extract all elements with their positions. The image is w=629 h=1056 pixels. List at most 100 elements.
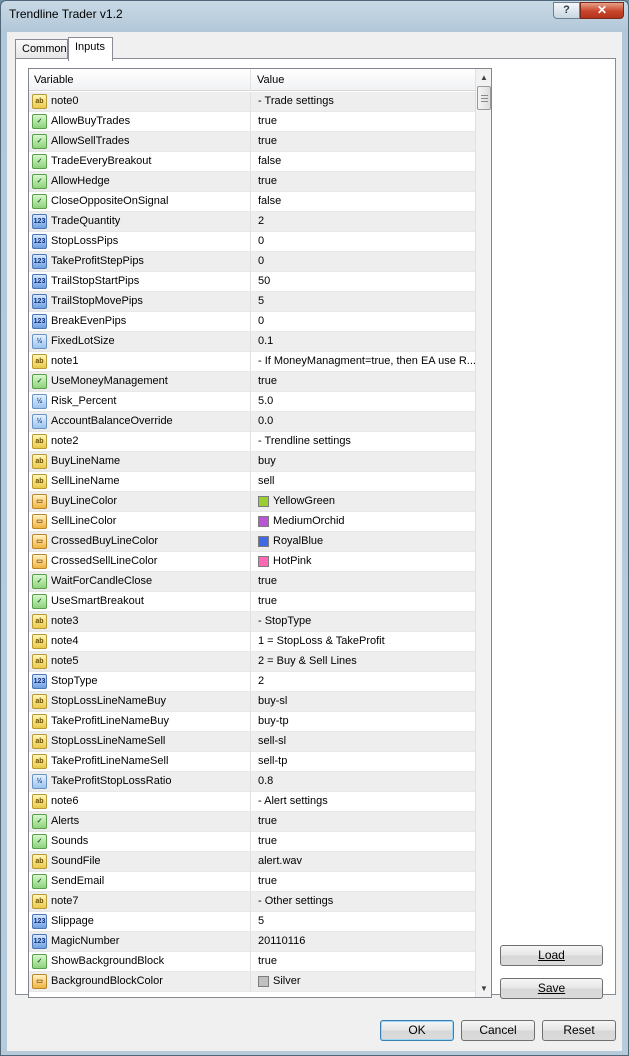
- variable-cell[interactable]: ✓ AllowHedge: [29, 172, 251, 191]
- value-cell[interactable]: 0: [252, 312, 475, 331]
- table-row[interactable]: ab SellLineName sell: [29, 472, 475, 492]
- table-row[interactable]: ▭ CrossedSellLineColor HotPink: [29, 552, 475, 572]
- value-cell[interactable]: 0: [252, 232, 475, 251]
- table-row[interactable]: ½ FixedLotSize 0.1: [29, 332, 475, 352]
- table-row[interactable]: ab note3 - StopType: [29, 612, 475, 632]
- variable-cell[interactable]: ✓ AllowBuyTrades: [29, 112, 251, 131]
- table-row[interactable]: ✓ AllowHedge true: [29, 172, 475, 192]
- variable-cell[interactable]: ▭ CrossedBuyLineColor: [29, 532, 251, 551]
- close-button[interactable]: ✕: [580, 2, 624, 19]
- variable-cell[interactable]: 123 TakeProfitStepPips: [29, 252, 251, 271]
- variable-cell[interactable]: ✓ ShowBackgroundBlock: [29, 952, 251, 971]
- variable-cell[interactable]: ½ AccountBalanceOverride: [29, 412, 251, 431]
- value-cell[interactable]: HotPink: [252, 552, 475, 571]
- table-row[interactable]: ab note4 1 = StopLoss & TakeProfit: [29, 632, 475, 652]
- value-cell[interactable]: alert.wav: [252, 852, 475, 871]
- help-button[interactable]: ?: [553, 2, 580, 19]
- table-row[interactable]: 123 StopLossPips 0: [29, 232, 475, 252]
- table-row[interactable]: ✓ AllowBuyTrades true: [29, 112, 475, 132]
- value-cell[interactable]: false: [252, 152, 475, 171]
- table-row[interactable]: 123 TrailStopMovePips 5: [29, 292, 475, 312]
- save-button[interactable]: Save: [500, 978, 603, 999]
- value-cell[interactable]: - Other settings: [252, 892, 475, 911]
- value-cell[interactable]: 2: [252, 212, 475, 231]
- table-row[interactable]: 123 TakeProfitStepPips 0: [29, 252, 475, 272]
- inputs-list[interactable]: Variable Value ab note0 - Trade settings ✓ A…: [28, 68, 492, 998]
- table-row[interactable]: ab note6 - Alert settings: [29, 792, 475, 812]
- variable-cell[interactable]: ▭ SellLineColor: [29, 512, 251, 531]
- tab-inputs[interactable]: Inputs: [68, 37, 113, 61]
- ok-button[interactable]: OK: [380, 1020, 454, 1041]
- table-row[interactable]: ab StopLossLineNameSell sell-sl: [29, 732, 475, 752]
- value-cell[interactable]: 0.8: [252, 772, 475, 791]
- table-row[interactable]: ½ Risk_Percent 5.0: [29, 392, 475, 412]
- value-cell[interactable]: - Trade settings: [252, 92, 475, 111]
- variable-cell[interactable]: ab TakeProfitLineNameSell: [29, 752, 251, 771]
- table-row[interactable]: ▭ BackgroundBlockColor Silver: [29, 972, 475, 992]
- variable-cell[interactable]: 123 MagicNumber: [29, 932, 251, 951]
- scroll-up-arrow-icon[interactable]: ▲: [476, 69, 491, 86]
- value-cell[interactable]: true: [252, 952, 475, 971]
- value-cell[interactable]: 2 = Buy & Sell Lines: [252, 652, 475, 671]
- tab-common[interactable]: Common: [15, 39, 68, 60]
- table-row[interactable]: ✓ ShowBackgroundBlock true: [29, 952, 475, 972]
- variable-cell[interactable]: ab note6: [29, 792, 251, 811]
- value-cell[interactable]: true: [252, 372, 475, 391]
- value-cell[interactable]: 5.0: [252, 392, 475, 411]
- variable-cell[interactable]: ab note2: [29, 432, 251, 451]
- variable-cell[interactable]: 123 BreakEvenPips: [29, 312, 251, 331]
- table-row[interactable]: ▭ SellLineColor MediumOrchid: [29, 512, 475, 532]
- variable-cell[interactable]: ab BuyLineName: [29, 452, 251, 471]
- column-header-variable[interactable]: Variable: [29, 69, 251, 91]
- variable-cell[interactable]: ✓ Sounds: [29, 832, 251, 851]
- value-cell[interactable]: - StopType: [252, 612, 475, 631]
- table-row[interactable]: ✓ UseSmartBreakout true: [29, 592, 475, 612]
- value-cell[interactable]: 0: [252, 252, 475, 271]
- variable-cell[interactable]: ab note3: [29, 612, 251, 631]
- value-cell[interactable]: 0.1: [252, 332, 475, 351]
- variable-cell[interactable]: ab note7: [29, 892, 251, 911]
- variable-cell[interactable]: ab note4: [29, 632, 251, 651]
- value-cell[interactable]: sell: [252, 472, 475, 491]
- table-row[interactable]: ab TakeProfitLineNameBuy buy-tp: [29, 712, 475, 732]
- table-row[interactable]: ✓ AllowSellTrades true: [29, 132, 475, 152]
- variable-cell[interactable]: 123 TrailStopStartPips: [29, 272, 251, 291]
- table-row[interactable]: ▭ BuyLineColor YellowGreen: [29, 492, 475, 512]
- table-row[interactable]: ✓ WaitForCandleClose true: [29, 572, 475, 592]
- column-header-value[interactable]: Value: [252, 69, 475, 91]
- table-row[interactable]: 123 Slippage 5: [29, 912, 475, 932]
- variable-cell[interactable]: 123 StopLossPips: [29, 232, 251, 251]
- variable-cell[interactable]: ▭ BuyLineColor: [29, 492, 251, 511]
- value-cell[interactable]: true: [252, 872, 475, 891]
- value-cell[interactable]: 1 = StopLoss & TakeProfit: [252, 632, 475, 651]
- table-row[interactable]: ✓ TradeEveryBreakout false: [29, 152, 475, 172]
- table-row[interactable]: 123 MagicNumber 20110116: [29, 932, 475, 952]
- variable-cell[interactable]: ✓ AllowSellTrades: [29, 132, 251, 151]
- variable-cell[interactable]: ✓ TradeEveryBreakout: [29, 152, 251, 171]
- value-cell[interactable]: buy-sl: [252, 692, 475, 711]
- variable-cell[interactable]: ✓ SendEmail: [29, 872, 251, 891]
- variable-cell[interactable]: ab note0: [29, 92, 251, 111]
- table-row[interactable]: ✓ UseMoneyManagement true: [29, 372, 475, 392]
- table-row[interactable]: 123 BreakEvenPips 0: [29, 312, 475, 332]
- value-cell[interactable]: - Trendline settings: [252, 432, 475, 451]
- table-row[interactable]: ✓ Sounds true: [29, 832, 475, 852]
- variable-cell[interactable]: ✓ WaitForCandleClose: [29, 572, 251, 591]
- table-row[interactable]: ab note2 - Trendline settings: [29, 432, 475, 452]
- table-row[interactable]: ab note7 - Other settings: [29, 892, 475, 912]
- scroll-thumb[interactable]: [477, 86, 491, 110]
- load-button[interactable]: Load: [500, 945, 603, 966]
- value-cell[interactable]: true: [252, 132, 475, 151]
- table-row[interactable]: ab note1 - If MoneyManagment=true, then EA…: [29, 352, 475, 372]
- variable-cell[interactable]: ab StopLossLineNameBuy: [29, 692, 251, 711]
- table-row[interactable]: 123 StopType 2: [29, 672, 475, 692]
- variable-cell[interactable]: ▭ CrossedSellLineColor: [29, 552, 251, 571]
- table-row[interactable]: ▭ CrossedBuyLineColor RoyalBlue: [29, 532, 475, 552]
- variable-cell[interactable]: 123 TrailStopMovePips: [29, 292, 251, 311]
- variable-cell[interactable]: ✓ UseMoneyManagement: [29, 372, 251, 391]
- variable-cell[interactable]: ▭ BackgroundBlockColor: [29, 972, 251, 991]
- variable-cell[interactable]: ab SellLineName: [29, 472, 251, 491]
- value-cell[interactable]: - Alert settings: [252, 792, 475, 811]
- table-row[interactable]: ab TakeProfitLineNameSell sell-tp: [29, 752, 475, 772]
- variable-cell[interactable]: ✓ Alerts: [29, 812, 251, 831]
